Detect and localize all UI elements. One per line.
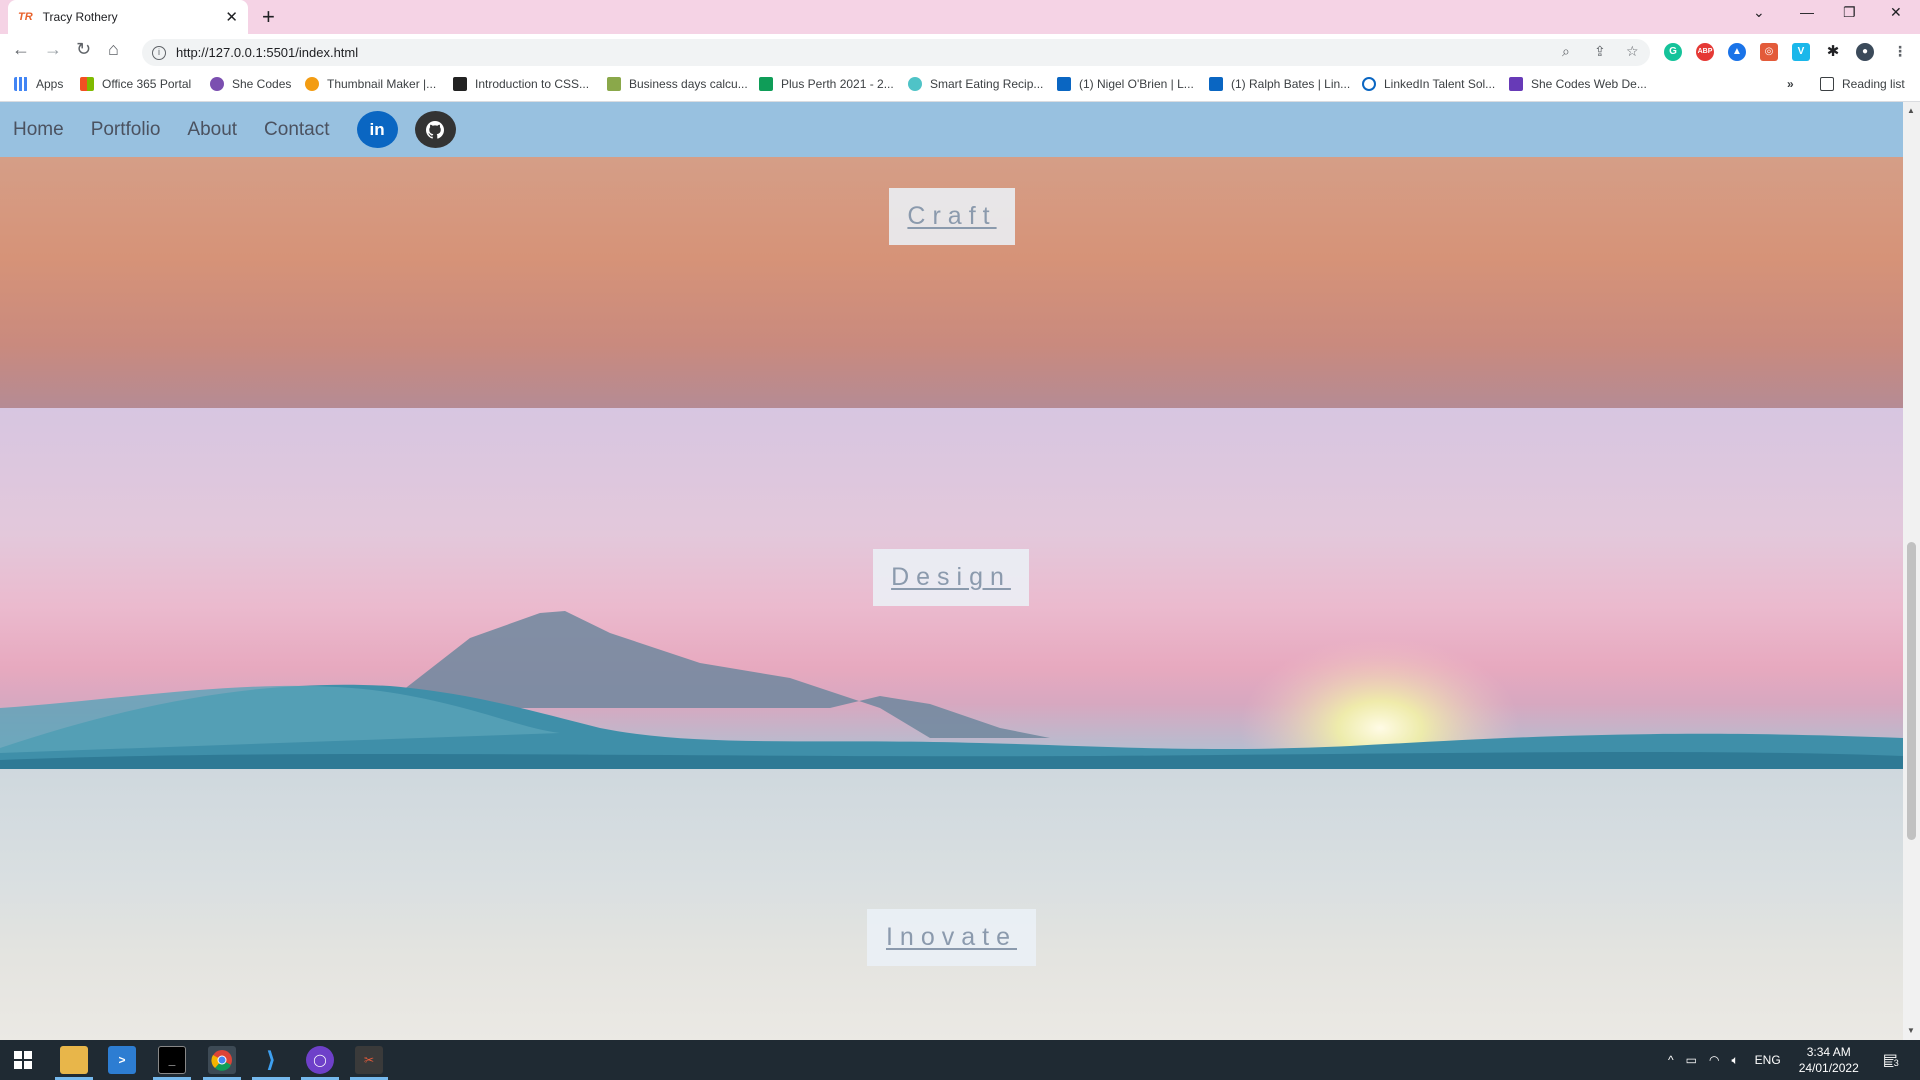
terminal-icon[interactable]: _ [158,1046,186,1074]
notifications-icon[interactable]: ▤ 3 [1883,1050,1901,1070]
adblock-extension-icon[interactable]: ABP [1696,43,1714,61]
file-explorer-icon[interactable] [60,1046,88,1074]
clock[interactable]: 3:34 AM 24/01/2022 [1799,1044,1859,1076]
page-viewport: Home Portfolio About Contact in Craft De… [0,102,1903,1040]
forward-icon[interactable]: → [44,39,62,60]
clock-time: 3:34 AM [1806,1045,1851,1059]
inovate-link[interactable]: Inovate [886,923,1017,952]
bookmark-star-icon[interactable]: ☆ [1626,43,1639,60]
page-scrollbar[interactable]: ▲ ▼ [1903,102,1920,1040]
site-navbar: Home Portfolio About Contact in [0,102,1903,157]
grammarly-extension-icon[interactable]: G [1664,43,1682,61]
smart-eating-icon [908,77,922,91]
she-codes-icon [210,77,224,91]
office-icon [80,77,94,91]
snipping-tool-icon[interactable]: ✂ [355,1046,383,1074]
apps-grid-icon [14,77,28,91]
system-tray: ^ ▭ ◠ 🔈︎ ENG 3:34 AM 24/01/2022 ▤ 3 [1668,1040,1901,1080]
scrollbar-thumb[interactable] [1907,542,1916,840]
browser-toolbar: ← → ↻ ⌂ i http://127.0.0.1:5501/index.ht… [0,34,1920,70]
thumbnail-maker-icon [305,77,319,91]
show-hidden-icons-icon[interactable]: ^ [1668,1053,1674,1067]
bookmark-item[interactable]: (1) Ralph Bates | Lin... [1209,77,1350,91]
forms-icon [1509,77,1523,91]
nav-about-link[interactable]: About [187,119,237,141]
browser-tab-strip: TR Tracy Rothery ✕ + ⌄ — ❐ ✕ [0,0,1920,34]
bookmark-item[interactable]: Plus Perth 2021 - 2... [759,77,894,91]
share-icon[interactable]: ⇪ [1594,43,1606,60]
vscode-icon[interactable]: ⟩ [257,1046,285,1074]
site-info-icon[interactable]: i [152,45,166,60]
bookmark-item[interactable]: Business days calcu... [607,77,748,91]
tab-close-icon[interactable]: ✕ [225,8,238,26]
profile-avatar[interactable]: ● [1856,43,1874,61]
back-icon[interactable]: ← [12,39,30,60]
extensions-puzzle-icon[interactable]: ✱ [1824,43,1842,61]
bookmark-item[interactable]: Introduction to CSS... [453,77,589,91]
windows-taskbar: > _ ⟩ ◯ ✂ ^ ▭ ◠ 🔈︎ ENG 3:34 AM 24/01/202… [0,1040,1920,1080]
restore-icon[interactable]: ❐ [1843,4,1856,21]
clock-date: 24/01/2022 [1798,1061,1859,1075]
nav-home-link[interactable]: Home [13,119,64,141]
windows-start-icon[interactable] [9,1046,37,1074]
battery-icon[interactable]: ▭ [1686,1053,1697,1067]
browser-tab[interactable]: TR Tracy Rothery ✕ [8,0,248,34]
volume-icon[interactable]: 🔈︎ [1731,1053,1738,1068]
url-text[interactable]: http://127.0.0.1:5501/index.html [176,45,358,60]
vimeo-extension-icon[interactable]: V [1792,43,1810,61]
github-icon[interactable] [414,111,456,148]
design-link[interactable]: Design [891,563,1011,592]
reading-list-button[interactable]: Reading list [1820,77,1905,91]
new-tab-icon[interactable]: + [262,4,275,30]
linkedin-icon[interactable]: in [356,111,398,148]
bookmark-item[interactable]: (1) Nigel O'Brien | L... [1057,77,1194,91]
craft-section: Craft [0,157,1903,408]
address-bar[interactable]: i http://127.0.0.1:5501/index.html [142,39,1650,66]
home-icon[interactable]: ⌂ [108,39,119,60]
bookmark-item[interactable]: Smart Eating Recip... [908,77,1043,91]
minimize-icon[interactable]: — [1800,4,1814,20]
design-section: Design [0,408,1903,769]
chrome-menu-icon[interactable]: ⋮ [1893,43,1907,60]
sheets-icon [759,77,773,91]
calendar-icon [607,77,621,91]
craft-link[interactable]: Craft [907,202,996,231]
reading-list-icon [1820,77,1834,91]
zoom-icon[interactable]: ⌕ [1562,43,1570,60]
reload-icon[interactable]: ↻ [76,39,91,60]
language-indicator[interactable]: ENG [1755,1053,1781,1067]
nav-portfolio-link[interactable]: Portfolio [91,119,161,141]
tab-search-chevron-icon[interactable]: ⌄ [1753,4,1765,21]
inovate-label-box: Inovate [867,909,1036,966]
bookmark-item[interactable]: She Codes [210,77,291,91]
nav-contact-link[interactable]: Contact [264,119,329,141]
bookmark-item[interactable]: Apps [14,77,63,91]
css-intro-icon [453,77,467,91]
design-label-box: Design [873,549,1029,606]
bookmark-item[interactable]: Thumbnail Maker |... [305,77,436,91]
chrome-taskbar-icon[interactable] [208,1046,236,1074]
tab-title: Tracy Rothery [42,10,118,24]
search-icon [1362,77,1376,91]
bookmark-item[interactable]: LinkedIn Talent Sol... [1362,77,1495,91]
github-desktop-icon[interactable]: ◯ [306,1046,334,1074]
screenshot-extension-icon[interactable]: ◎ [1760,43,1778,61]
drive-extension-icon[interactable]: ▲ [1728,43,1746,61]
scroll-down-icon[interactable]: ▼ [1907,1026,1915,1035]
more-bookmarks-icon[interactable]: » [1787,77,1794,91]
notification-count-badge: 3 [1891,1058,1901,1068]
tab-favicon-icon: TR [18,11,33,23]
craft-label-box: Craft [889,188,1015,245]
linkedin-icon [1057,77,1071,91]
bookmark-item[interactable]: She Codes Web De... [1509,77,1647,91]
close-window-icon[interactable]: ✕ [1890,4,1902,21]
linkedin-icon [1209,77,1223,91]
powershell-icon[interactable]: > [108,1046,136,1074]
wifi-icon[interactable]: ◠ [1709,1053,1719,1067]
bookmarks-bar: Apps Office 365 Portal She Codes Thumbna… [0,70,1920,102]
scroll-up-icon[interactable]: ▲ [1907,106,1915,115]
inovate-section: Inovate [0,769,1903,1040]
bookmark-item[interactable]: Office 365 Portal [80,77,191,91]
